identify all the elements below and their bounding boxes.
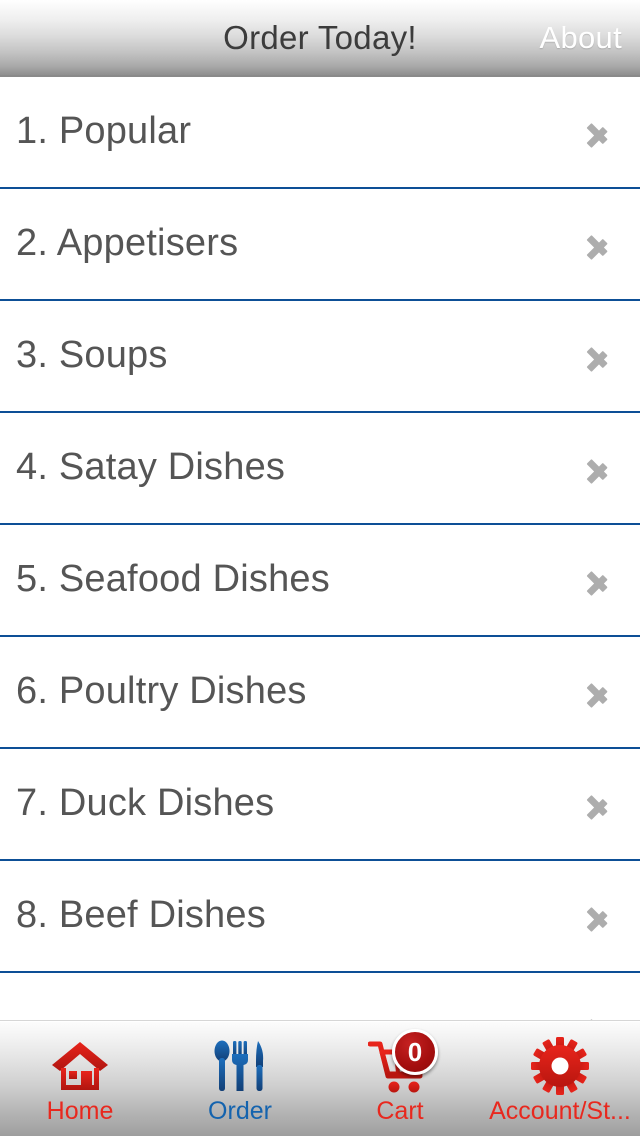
list-item[interactable]: 2. Appetisers	[0, 189, 640, 311]
list-item-label: 8. Beef Dishes	[16, 895, 266, 937]
tab-cart[interactable]: 0 Cart	[320, 1021, 480, 1136]
list-item-label: 1. Popular	[16, 111, 192, 153]
chevron-right-icon	[582, 1011, 616, 1020]
list-item[interactable]: 6. Poultry Dishes	[0, 637, 640, 759]
list-item[interactable]	[0, 973, 640, 1020]
menu-list[interactable]: 1. Popular 2. Appetisers 3. Soups 4. Sat…	[0, 77, 640, 1020]
chevron-right-icon	[582, 899, 616, 933]
list-item[interactable]: 3. Soups	[0, 301, 640, 423]
home-icon	[44, 1035, 116, 1097]
list-item-label: 6. Poultry Dishes	[16, 671, 307, 713]
list-item[interactable]: 7. Duck Dishes	[0, 749, 640, 871]
tab-home-label: Home	[46, 1097, 114, 1125]
tab-home[interactable]: Home	[0, 1021, 160, 1136]
tab-cart-label: Cart	[376, 1097, 424, 1125]
list-item[interactable]: 8. Beef Dishes	[0, 861, 640, 983]
list-item-label: 7. Duck Dishes	[16, 783, 275, 825]
list-item-label: 5. Seafood Dishes	[16, 559, 330, 601]
app-header: Order Today! About	[0, 0, 640, 77]
chevron-right-icon	[582, 563, 616, 597]
gear-icon	[524, 1035, 596, 1097]
chevron-right-icon	[582, 115, 616, 149]
list-item[interactable]: 4. Satay Dishes	[0, 413, 640, 535]
chevron-right-icon	[582, 451, 616, 485]
chevron-right-icon	[582, 787, 616, 821]
tab-order-label: Order	[208, 1097, 272, 1125]
tab-order[interactable]: Order	[160, 1021, 320, 1136]
about-button[interactable]: About	[539, 20, 622, 56]
chevron-right-icon	[582, 675, 616, 709]
app-root: Order Today! About 1. Popular 2. Appetis…	[0, 0, 640, 1136]
tab-account[interactable]: Account/St...	[480, 1021, 640, 1136]
cart-badge: 0	[392, 1029, 438, 1075]
list-item[interactable]: 5. Seafood Dishes	[0, 525, 640, 647]
bottom-tab-bar: Home Order 0 Cart Account/St...	[0, 1020, 640, 1136]
chevron-right-icon	[582, 227, 616, 261]
cart-icon: 0	[364, 1029, 438, 1097]
list-item-label: 4. Satay Dishes	[16, 447, 286, 489]
tab-account-label: Account/St...	[489, 1097, 631, 1125]
page-title: Order Today!	[223, 19, 417, 56]
cutlery-icon	[204, 1035, 276, 1097]
list-item-label: 3. Soups	[16, 335, 168, 377]
list-item-label: 2. Appetisers	[16, 223, 239, 265]
chevron-right-icon	[582, 339, 616, 373]
list-item[interactable]: 1. Popular	[0, 77, 640, 199]
